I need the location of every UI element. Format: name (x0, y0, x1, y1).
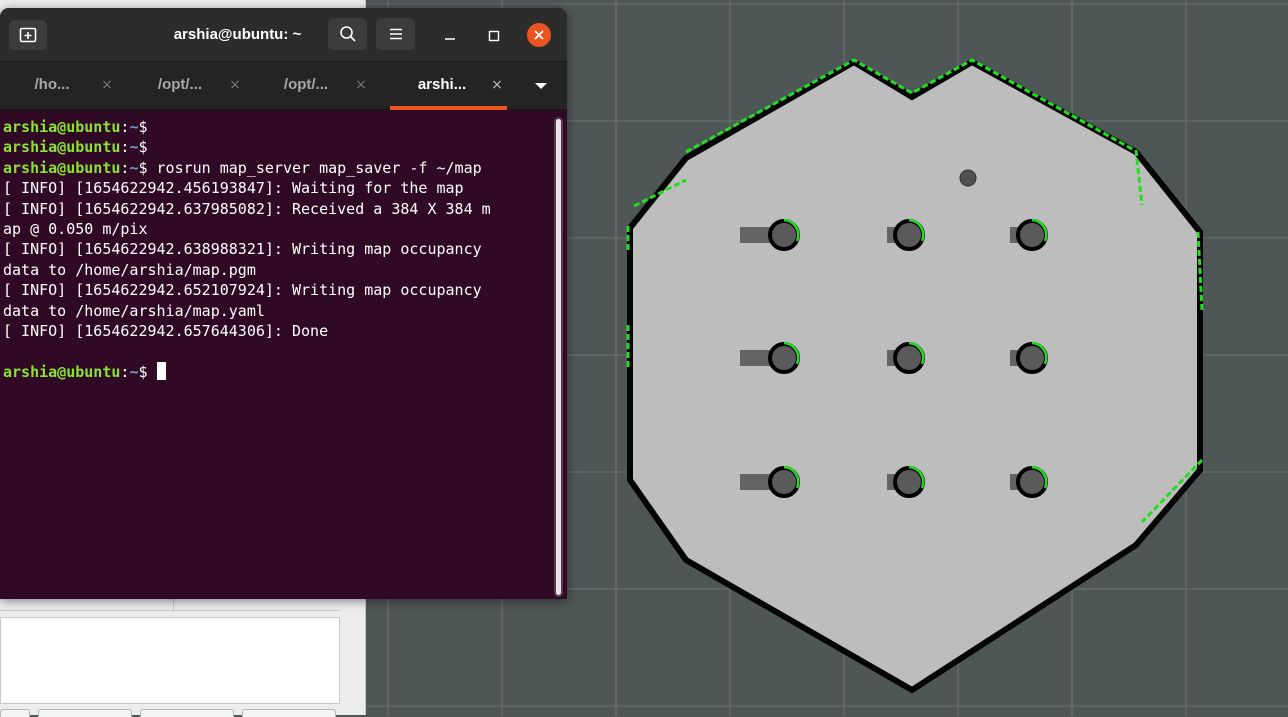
close-button[interactable] (527, 23, 551, 47)
prompt-line: arshia@ubuntu:~$ rosrun map_server map_s… (3, 158, 553, 178)
output-text: [ INFO] [1654622942.652107924]: Writing … (3, 281, 482, 300)
output-text: [ INFO] [1654622942.456193847]: Waiting … (3, 179, 464, 198)
properties-panel[interactable] (0, 617, 340, 704)
panel-buttons (0, 709, 366, 717)
tab-3[interactable]: /opt/... × (254, 62, 380, 110)
search-icon (339, 26, 356, 42)
output-text: [ INFO] [1654622942.638988321]: Writing … (3, 240, 482, 259)
prompt-symbol: $ (138, 158, 148, 177)
new-tab-button[interactable] (9, 20, 47, 50)
tab-close-icon[interactable]: × (490, 77, 504, 93)
maximize-icon (488, 30, 500, 42)
prompt-symbol: $ (138, 118, 148, 136)
hamburger-menu-icon (389, 28, 402, 40)
maximize-button[interactable] (482, 24, 506, 48)
panel-button[interactable] (140, 709, 234, 717)
text-cursor (156, 361, 166, 380)
output-line: data to /home/arshia/map.pgm (3, 260, 553, 280)
output-text: [ INFO] [1654622942.657644306]: Done (3, 322, 329, 341)
terminal-output[interactable]: arshia@ubuntu:~$ arshia@ubuntu:~$ arshia@u… (3, 117, 553, 382)
prompt-line: arshia@ubuntu:~$ (3, 137, 553, 157)
robot-marker (959, 169, 977, 187)
tab-close-icon[interactable]: × (354, 77, 368, 93)
window-title: arshia@ubuntu: ~ (173, 26, 302, 43)
output-text: data to /home/arshia/map.yaml (3, 301, 265, 320)
tab-bar: /ho... × /opt/... × /opt/... × arshi... … (0, 62, 567, 110)
panel-button[interactable] (38, 709, 132, 717)
output-line: [ INFO] [1654622942.456193847]: Waiting … (3, 178, 553, 198)
tab-4-active[interactable]: arshi... × (390, 62, 516, 110)
output-text: [ INFO] [1654622942.637985082]: Received… (3, 199, 491, 218)
tab-close-icon[interactable]: × (228, 77, 242, 93)
command-text (148, 363, 157, 381)
tab-2[interactable]: /opt/... × (128, 62, 254, 110)
prompt-user: arshia@ubuntu (3, 138, 121, 157)
terminal-window[interactable]: arshia@ubuntu: ~ /ho... × /opt/... × /op… (0, 8, 567, 599)
tab-close-icon[interactable]: × (100, 77, 114, 93)
prompt-user: arshia@ubuntu (3, 362, 121, 381)
output-line: ap @ 0.050 m/pix (3, 219, 553, 239)
command-text: rosrun map_server map_saver -f ~/map (147, 158, 482, 177)
output-line: data to /home/arshia/map.yaml (3, 301, 553, 321)
chevron-down-icon (535, 83, 547, 89)
minimize-button[interactable] (438, 24, 462, 48)
new-tab-icon (19, 27, 37, 43)
prompt-symbol: $ (138, 138, 148, 157)
title-bar[interactable]: arshia@ubuntu: ~ (0, 8, 567, 62)
panel-divider (0, 610, 340, 611)
tab-label: /ho... (34, 76, 70, 93)
tab-label: /opt/... (157, 76, 203, 93)
tabs-dropdown-button[interactable] (528, 76, 554, 96)
menu-button[interactable] (376, 18, 415, 50)
minimize-icon (445, 38, 455, 40)
map-free-space (627, 58, 1203, 694)
output-line: [ INFO] [1654622942.652107924]: Writing … (3, 280, 553, 300)
output-line: [ INFO] [1654622942.638988321]: Writing … (3, 239, 553, 259)
prompt-user: arshia@ubuntu (3, 158, 121, 177)
panel-button[interactable] (242, 709, 336, 717)
output-text: data to /home/arshia/map.pgm (3, 260, 256, 279)
tab-label: arshi... (417, 76, 467, 93)
output-text: ap @ 0.050 m/pix (3, 220, 148, 239)
output-line: [ INFO] [1654622942.637985082]: Received… (3, 199, 553, 219)
output-line (3, 341, 553, 361)
scrollbar-thumb[interactable] (556, 119, 561, 595)
tab-label: /opt/... (283, 76, 329, 93)
close-icon (534, 30, 544, 40)
prompt-line: arshia@ubuntu:~$ (3, 117, 553, 137)
terminal-body[interactable]: arshia@ubuntu:~$ arshia@ubuntu:~$ arshia@u… (0, 111, 567, 599)
tab-1[interactable]: /ho... × (0, 62, 126, 110)
search-button[interactable] (328, 18, 367, 50)
prompt-line: arshia@ubuntu:~$ (3, 361, 553, 382)
panel-button[interactable] (0, 709, 30, 717)
prompt-symbol: $ (138, 362, 148, 381)
prompt-user: arshia@ubuntu (3, 118, 121, 136)
output-line: [ INFO] [1654622942.657644306]: Done (3, 321, 553, 341)
